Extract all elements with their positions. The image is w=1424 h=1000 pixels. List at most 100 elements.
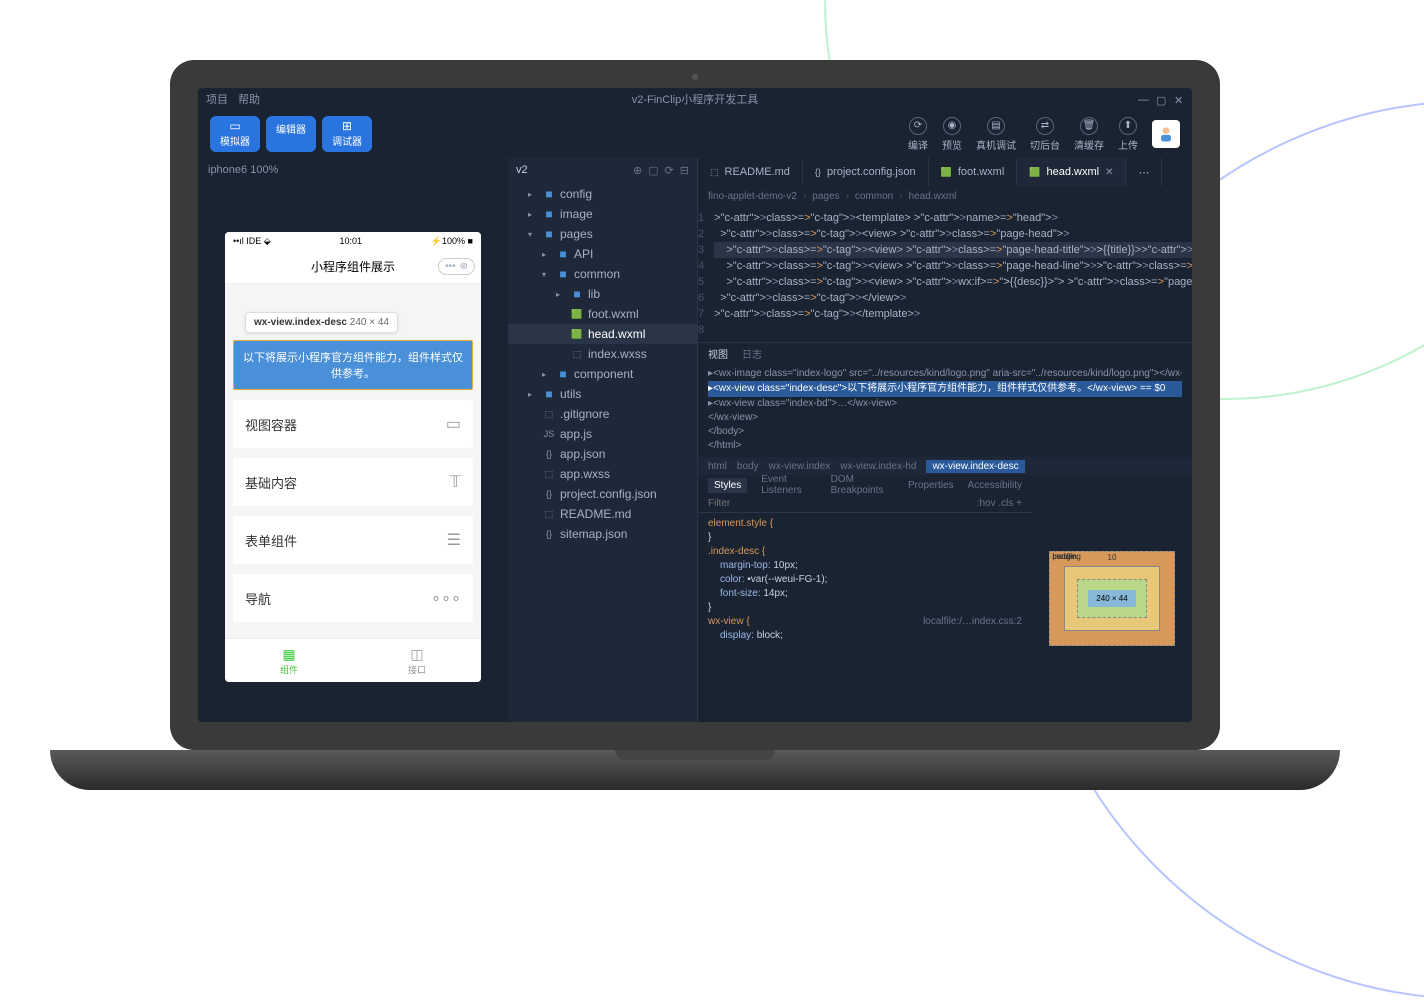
code-line-3[interactable]: >"c-attr">>class>=>"c-tag">><view> >"c-a…	[714, 242, 1192, 258]
code-editor[interactable]: 12345678 >"c-attr">>class>=>"c-tag">><te…	[698, 206, 1192, 342]
menu-project[interactable]: 项目	[206, 91, 228, 107]
toolbar-btn-清缓存[interactable]: 🗑清缓存	[1074, 117, 1104, 152]
styles-tab-3[interactable]: Properties	[908, 480, 954, 491]
breadcrumb-item[interactable]: common	[855, 191, 893, 202]
breadcrumb-item[interactable]: fino-applet-demo-v2	[708, 191, 797, 202]
toolbar-pill-1[interactable]: 编辑器	[266, 116, 316, 152]
dom-row-1[interactable]: ▸<wx-view class="index-desc">以下将展示小程序官方组…	[708, 381, 1182, 397]
tree-item-image[interactable]: ▸■image	[508, 204, 697, 224]
tab-close-icon[interactable]: ✕	[1105, 167, 1113, 178]
styles-filter-right[interactable]: :hov .cls +	[977, 498, 1022, 509]
phone-menu-item-0[interactable]: 视图容器 ▭	[233, 400, 473, 448]
tree-label: API	[574, 247, 593, 261]
tree-item-app.wxss[interactable]: ⬚app.wxss	[508, 464, 697, 484]
refresh-icon[interactable]: ⟳	[665, 164, 674, 177]
tree-item-project.config.json[interactable]: {}project.config.json	[508, 484, 697, 504]
dom-row-2[interactable]: ▸<wx-view class="index-bd">…</wx-view>	[708, 397, 1182, 411]
new-folder-icon[interactable]: ▢	[648, 164, 658, 177]
phone-signal: ••ıl IDE ⬙	[233, 236, 271, 247]
dom-row-3[interactable]: </wx-view>	[708, 411, 1182, 425]
phone-tabbar: ▦组件◫接口	[225, 638, 481, 682]
tree-item-common[interactable]: ▾■common	[508, 264, 697, 284]
maximize-icon[interactable]: ▢	[1156, 94, 1166, 104]
styles-filter-input[interactable]	[708, 498, 969, 509]
tree-item-sitemap.json[interactable]: {}sitemap.json	[508, 524, 697, 544]
tree-item-head.wxml[interactable]: 🟩head.wxml	[508, 324, 697, 344]
toolbar-btn-编译[interactable]: ⟳编译	[908, 117, 928, 152]
dt-top-tab-1[interactable]: 日志	[742, 346, 762, 361]
file-icon: 🟩	[570, 309, 584, 320]
dom-row-5[interactable]: </html>	[708, 439, 1182, 453]
tree-item-foot.wxml[interactable]: 🟩foot.wxml	[508, 304, 697, 324]
phone-tab-0[interactable]: ▦组件	[225, 639, 353, 682]
dom-path-3[interactable]: wx-view.index-hd	[840, 461, 916, 472]
code-line-1[interactable]: >"c-attr">>class>=>"c-tag">><template> >…	[714, 210, 1192, 226]
dom-path-0[interactable]: html	[708, 461, 727, 472]
editor-tab-0[interactable]: ⬚README.md	[698, 158, 803, 186]
tree-item-index.wxss[interactable]: ⬚index.wxss	[508, 344, 697, 364]
code-line-8[interactable]	[714, 322, 1192, 338]
close-icon[interactable]: ✕	[1174, 94, 1184, 104]
phone-menu-item-3[interactable]: 导航∘∘∘	[233, 574, 473, 622]
collapse-icon[interactable]: ⊟	[680, 164, 689, 177]
phone-menu-item-2[interactable]: 表单组件☰	[233, 516, 473, 564]
minimize-icon[interactable]: —	[1138, 94, 1148, 104]
code-line-4[interactable]: >"c-attr">>class>=>"c-tag">><view> >"c-a…	[714, 258, 1192, 274]
dom-row-0[interactable]: ▸<wx-image class="index-logo" src="../re…	[708, 367, 1182, 381]
editor-tab-1[interactable]: {}project.config.json	[803, 158, 929, 186]
styles-tab-1[interactable]: Event Listeners	[761, 474, 816, 496]
dom-path-4[interactable]: wx-view.index-desc	[926, 460, 1024, 473]
code-line-2[interactable]: >"c-attr">>class>=>"c-tag">><view> >"c-a…	[714, 226, 1192, 242]
menu-label: 视图容器	[245, 415, 297, 434]
laptop-frame: 项目 帮助 v2-FinClip小程序开发工具 — ▢ ✕ ▭模拟器编辑器⊞调试…	[170, 60, 1220, 780]
menu-help[interactable]: 帮助	[238, 91, 260, 107]
tree-item-README.md[interactable]: ⬚README.md	[508, 504, 697, 524]
phone-tab-1[interactable]: ◫接口	[353, 639, 481, 682]
menu-icon: ▭	[446, 414, 461, 434]
code-line-7[interactable]: >"c-attr">>class>=>"c-tag">></template>>	[714, 306, 1192, 322]
editor-tab-2[interactable]: 🟩foot.wxml	[929, 158, 1018, 186]
devtools-dom[interactable]: ▸<wx-image class="index-logo" src="../re…	[698, 363, 1192, 457]
capsule-more-icon: •••	[445, 261, 456, 272]
phone-capsule[interactable]: ••• ⊗	[438, 258, 475, 275]
tree-item-.gitignore[interactable]: ⬚.gitignore	[508, 404, 697, 424]
toolbar-pill-2[interactable]: ⊞调试器	[322, 116, 372, 152]
editor-tab-3[interactable]: 🟩head.wxml✕	[1017, 158, 1126, 186]
tabs-more-icon[interactable]: ⋯	[1126, 158, 1162, 186]
phone-menu-item-1[interactable]: 基础内容𝕋	[233, 458, 473, 506]
styles-tab-2[interactable]: DOM Breakpoints	[831, 474, 894, 496]
dom-path-2[interactable]: wx-view.index	[769, 461, 831, 472]
tree-item-utils[interactable]: ▸■utils	[508, 384, 697, 404]
toolbar-btn-切后台[interactable]: ⇄切后台	[1030, 117, 1060, 152]
code-line-6[interactable]: >"c-attr">>class>=>"c-tag">></view>>	[714, 290, 1192, 306]
file-icon: ⬚	[542, 469, 556, 480]
dt-top-tab-0[interactable]: 视图	[708, 346, 728, 361]
dom-path-1[interactable]: body	[737, 461, 759, 472]
styles-tab-0[interactable]: Styles	[708, 478, 747, 493]
tree-item-app.js[interactable]: JSapp.js	[508, 424, 697, 444]
breadcrumb-item[interactable]: head.wxml	[909, 191, 957, 202]
tree-item-pages[interactable]: ▾■pages	[508, 224, 697, 244]
tree-item-config[interactable]: ▸■config	[508, 184, 697, 204]
project-root[interactable]: v2	[516, 164, 528, 176]
styles-tab-4[interactable]: Accessibility	[968, 480, 1022, 491]
dom-row-4[interactable]: </body>	[708, 425, 1182, 439]
toolbar-btn-上传[interactable]: ⬆上传	[1118, 117, 1138, 152]
toolbar-pill-0[interactable]: ▭模拟器	[210, 116, 260, 152]
code-line-5[interactable]: >"c-attr">>class>=>"c-tag">><view> >"c-a…	[714, 274, 1192, 290]
folder-icon: ■	[542, 187, 556, 201]
tree-item-lib[interactable]: ▸■lib	[508, 284, 697, 304]
styles-rules[interactable]: element.style {}.index-desc {</span>marg…	[698, 513, 1032, 647]
new-file-icon[interactable]: ⊕	[633, 164, 642, 177]
tree-item-app.json[interactable]: {}app.json	[508, 444, 697, 464]
toolbar-btn-预览[interactable]: ◉预览	[942, 117, 962, 152]
inspected-element[interactable]: 以下将展示小程序官方组件能力，组件样式仅供参考。	[233, 340, 473, 390]
tree-arrow-icon: ▸	[542, 370, 552, 379]
tree-item-API[interactable]: ▸■API	[508, 244, 697, 264]
breadcrumb-item[interactable]: pages	[812, 191, 839, 202]
tooltip-dim: 240 × 44	[350, 317, 389, 328]
toolbar-btn-真机调试[interactable]: ▤真机调试	[976, 117, 1016, 152]
user-avatar[interactable]	[1152, 120, 1180, 148]
tab-icon: {}	[815, 167, 821, 177]
tree-item-component[interactable]: ▸■component	[508, 364, 697, 384]
